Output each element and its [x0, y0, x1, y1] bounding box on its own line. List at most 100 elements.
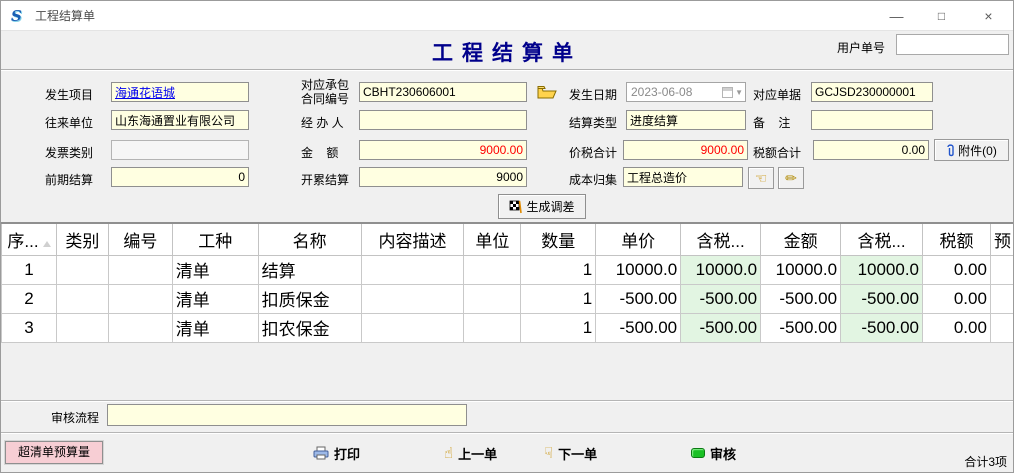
table-cell[interactable]: 10000.0	[841, 255, 923, 284]
invoice-label: 发票类别	[45, 144, 93, 161]
window-title: 工程结算单	[35, 1, 95, 31]
pencil-icon: ✏	[785, 170, 797, 186]
attachment-button[interactable]: 附件(0)	[934, 139, 1009, 161]
table-cell[interactable]	[361, 284, 464, 313]
table-cell[interactable]: 10000.0	[761, 255, 841, 284]
column-header[interactable]: 类别	[56, 224, 108, 255]
project-input[interactable]	[111, 82, 249, 102]
toolbar-divider	[1, 432, 1013, 434]
tax-total-input[interactable]	[813, 140, 929, 160]
table-cell[interactable]: -500.00	[841, 313, 923, 342]
doc-no-input[interactable]	[811, 82, 933, 102]
amount-input[interactable]	[359, 140, 527, 160]
audit-divider	[1, 400, 1013, 402]
remark-input[interactable]	[811, 110, 933, 130]
total-with-tax-label: 价税合计	[569, 144, 617, 161]
close-button[interactable]: ×	[964, 1, 1013, 31]
table-cell[interactable]: 1	[521, 313, 596, 342]
cost-collect-input[interactable]	[623, 167, 743, 187]
table-cell[interactable]: -500.00	[761, 313, 841, 342]
table-cell[interactable]: 2	[2, 284, 57, 313]
table-cell[interactable]	[56, 255, 108, 284]
print-button[interactable]: 打印	[313, 443, 360, 463]
table-cell[interactable]: 结算	[258, 255, 361, 284]
table-cell[interactable]: -500.00	[681, 313, 761, 342]
column-header[interactable]: 内容描述	[361, 224, 464, 255]
column-header[interactable]: 名称	[258, 224, 361, 255]
table-cell[interactable]: 扣农保金	[258, 313, 361, 342]
table-cell[interactable]	[990, 313, 1014, 342]
app-window: S 工程结算单 — □ × 工程结算单 用户单号 发生项目 对应承包合同编号 发…	[0, 0, 1014, 473]
column-header[interactable]: 预	[990, 224, 1014, 255]
accum-settle-label: 开累结算	[301, 171, 349, 188]
over-budget-button[interactable]: 超清单预算量	[5, 441, 103, 464]
generate-adjust-button[interactable]: 生成调差	[498, 194, 586, 219]
table-cell[interactable]: -500.00	[841, 284, 923, 313]
column-header[interactable]: 含税...	[841, 224, 923, 255]
audit-flow-input[interactable]	[107, 404, 467, 426]
table-cell[interactable]: -500.00	[681, 284, 761, 313]
table-cell[interactable]	[464, 255, 521, 284]
column-header[interactable]: 金额	[761, 224, 841, 255]
table-cell[interactable]: 1	[521, 284, 596, 313]
prev-doc-button[interactable]: ☝ 上一单	[444, 443, 497, 463]
table-cell[interactable]: 0.00	[923, 284, 991, 313]
column-header[interactable]: 数量	[521, 224, 596, 255]
column-header[interactable]: 单价	[596, 224, 681, 255]
audit-flow-label: 审核流程	[51, 409, 99, 426]
table-cell[interactable]: -500.00	[596, 284, 681, 313]
total-with-tax-input[interactable]	[623, 140, 748, 160]
column-header[interactable]: 工种	[172, 224, 258, 255]
column-header[interactable]: 含税...	[681, 224, 761, 255]
calendar-icon	[722, 87, 733, 98]
settle-type-input[interactable]	[626, 110, 746, 130]
table-cell[interactable]	[56, 313, 108, 342]
cost-edit-button[interactable]: ✏	[778, 167, 804, 189]
table-cell[interactable]	[464, 284, 521, 313]
table-cell[interactable]	[108, 255, 172, 284]
user-no-input[interactable]	[896, 34, 1009, 55]
table-cell[interactable]: -500.00	[761, 284, 841, 313]
column-header[interactable]: 编号	[108, 224, 172, 255]
minimize-button[interactable]: —	[874, 1, 919, 31]
table-cell[interactable]: 0.00	[923, 255, 991, 284]
table-cell[interactable]	[361, 313, 464, 342]
table-cell[interactable]: 清单	[172, 313, 258, 342]
prev-settle-input[interactable]	[111, 167, 249, 187]
audit-button[interactable]: 审核	[691, 443, 736, 463]
table-cell[interactable]: 0.00	[923, 313, 991, 342]
table-cell[interactable]	[108, 284, 172, 313]
date-input[interactable]: 2023-06-08 ▼	[626, 82, 746, 102]
maximize-button[interactable]: □	[919, 1, 964, 31]
table-cell[interactable]	[361, 255, 464, 284]
column-header[interactable]: 单位	[464, 224, 521, 255]
table-cell[interactable]: 3	[2, 313, 57, 342]
folder-icon[interactable]	[537, 84, 557, 105]
invoice-input	[111, 140, 249, 160]
table-cell[interactable]	[56, 284, 108, 313]
table-cell[interactable]	[464, 313, 521, 342]
table-cell[interactable]: 1	[2, 255, 57, 284]
table-cell[interactable]: 清单	[172, 255, 258, 284]
unit-input[interactable]	[111, 110, 249, 130]
table-cell[interactable]	[108, 313, 172, 342]
point-left-icon: ☜	[755, 170, 768, 186]
contract-input[interactable]	[359, 82, 527, 102]
table-cell[interactable]	[990, 255, 1014, 284]
table-cell[interactable]: 10000.0	[596, 255, 681, 284]
table-cell[interactable]: 10000.0	[681, 255, 761, 284]
detail-grid-area: 序...类别编号工种名称内容描述单位数量单价含税...金额含税...税额预 1清…	[1, 224, 1014, 400]
hand-down-icon: ☟	[544, 444, 553, 462]
table-cell[interactable]: -500.00	[596, 313, 681, 342]
handler-input[interactable]	[359, 110, 527, 130]
column-header[interactable]: 序...	[2, 224, 57, 255]
column-header[interactable]: 税额	[923, 224, 991, 255]
table-cell[interactable]	[990, 284, 1014, 313]
cost-pick-button[interactable]: ☜	[748, 167, 774, 189]
next-doc-button[interactable]: ☟ 下一单	[544, 443, 597, 463]
accum-settle-input[interactable]	[359, 167, 527, 187]
table-cell[interactable]: 1	[521, 255, 596, 284]
dropdown-arrow-icon[interactable]: ▼	[735, 88, 743, 97]
table-cell[interactable]: 扣质保金	[258, 284, 361, 313]
table-cell[interactable]: 清单	[172, 284, 258, 313]
